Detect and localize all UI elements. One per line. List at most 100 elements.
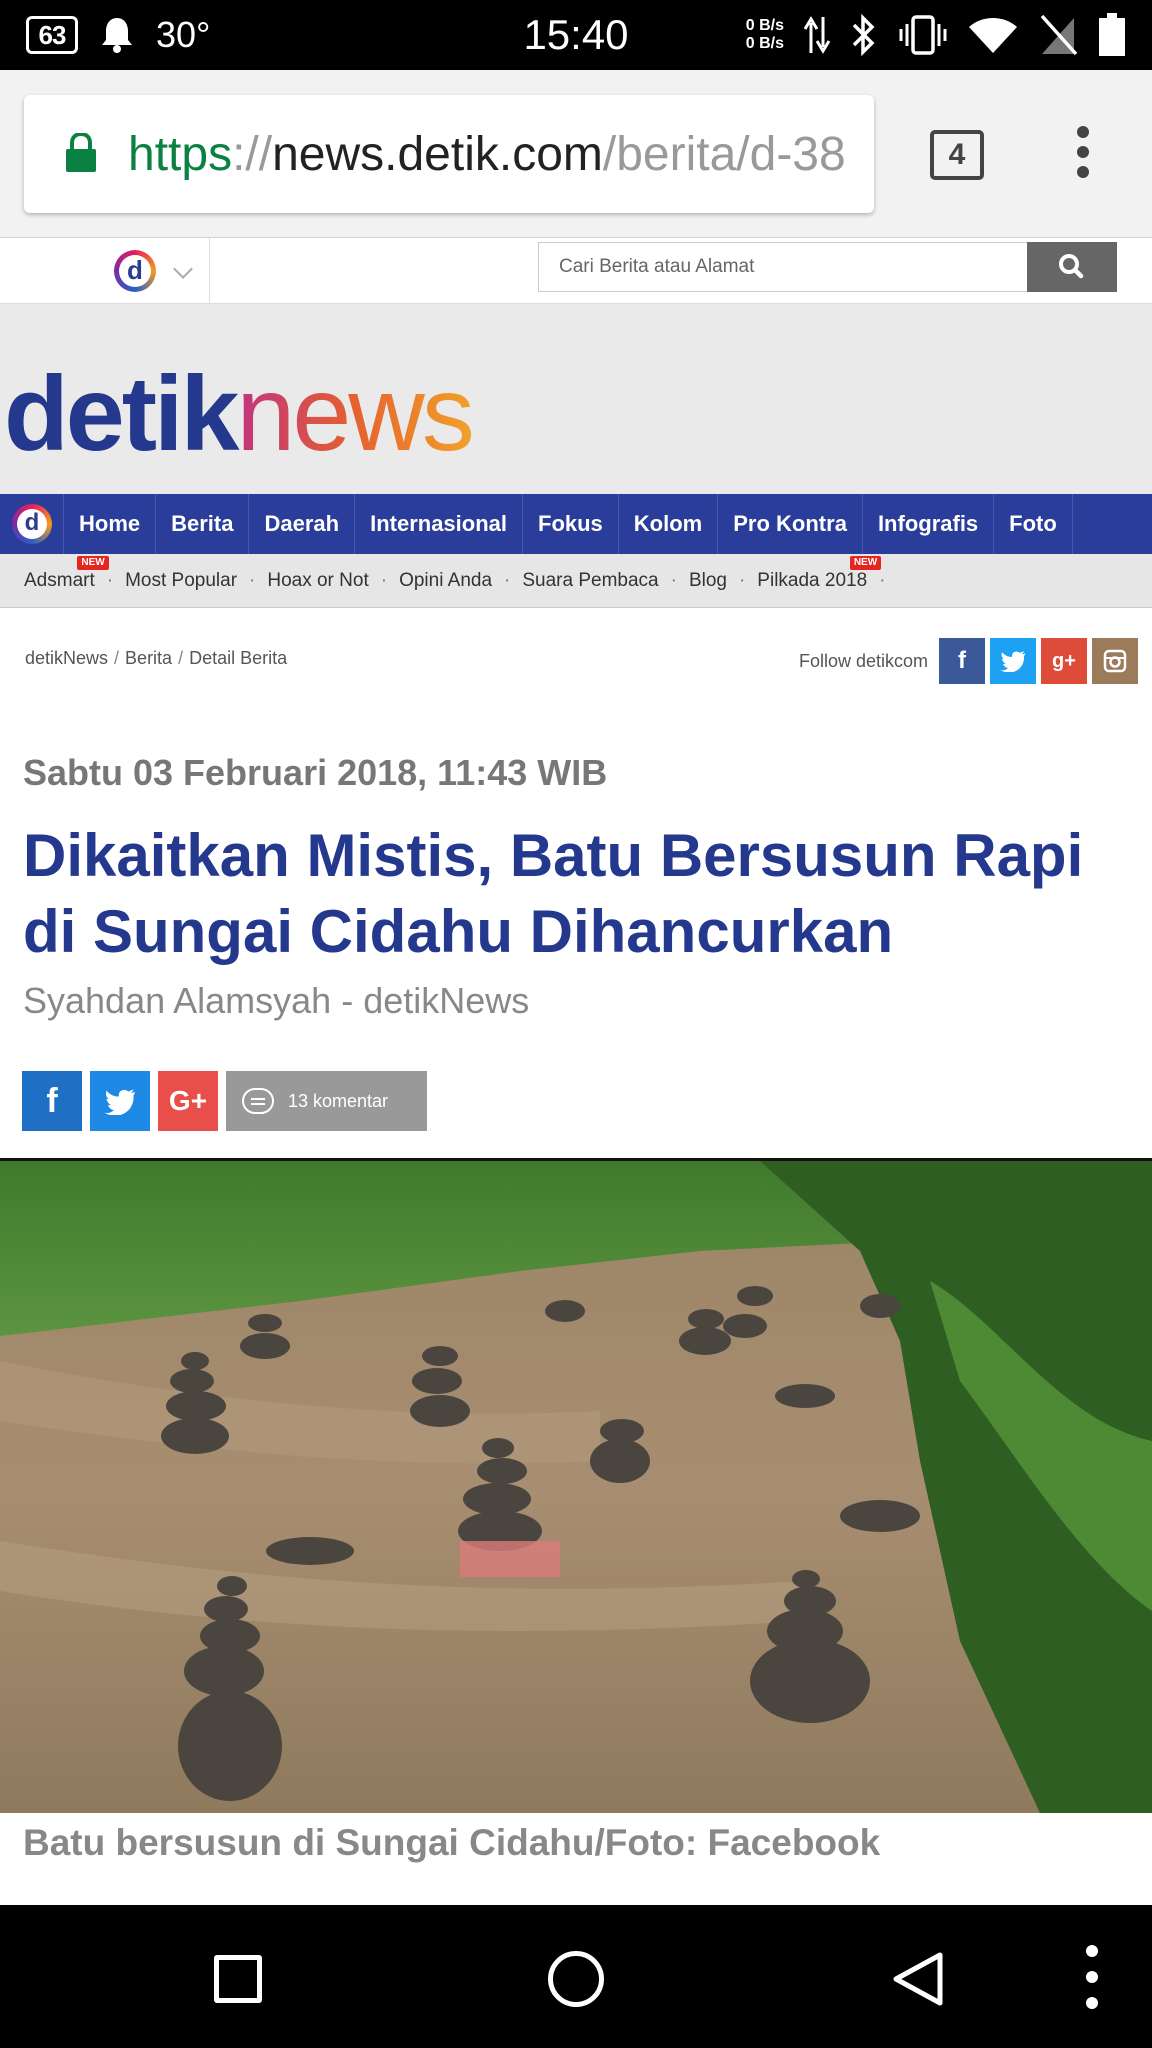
nav-item-pro-kontra[interactable]: Pro Kontra: [718, 494, 863, 554]
battery-saver-icon: 63: [26, 16, 78, 54]
site-top-bar: d Cari Berita atau Alamat: [0, 238, 1152, 304]
subnav-separator: ·: [879, 570, 886, 591]
detiknews-logo[interactable]: detiknews: [4, 354, 475, 474]
breadcrumb-separator: /: [114, 648, 120, 668]
url-separator: ://: [232, 128, 273, 181]
article-author: Syahdan Alamsyah - detikNews: [23, 980, 530, 1021]
screen: 63 30° 15:40 0 B/s 0 B/s https://news.de…: [0, 0, 1152, 2048]
subnav-item-blog[interactable]: Blog: [689, 570, 727, 592]
subnav-item-most-popular[interactable]: Most Popular: [125, 570, 237, 592]
article-date: Sabtu 03 Februari 2018, 11:43 WIB: [23, 752, 608, 793]
nav-item-internasional[interactable]: Internasional: [355, 494, 523, 554]
tab-switcher-button[interactable]: 4: [930, 130, 984, 180]
browser-toolbar: https://news.detik.com/berita/d-38 4: [0, 70, 1152, 238]
nav-item-infografis[interactable]: Infografis: [863, 494, 995, 554]
subnav-item-adsmart[interactable]: Adsmart NEW: [24, 556, 109, 592]
url-host: news.detik.com: [272, 128, 603, 181]
recents-square-icon[interactable]: [214, 1955, 262, 2003]
url-bar[interactable]: https://news.detik.com/berita/d-38: [24, 95, 874, 213]
nav-item-foto[interactable]: Foto: [994, 494, 1073, 554]
breadcrumb-separator: /: [178, 648, 184, 668]
subnav-label: Pilkada 2018: [757, 570, 868, 591]
river-stacked-stones-photo[interactable]: [0, 1161, 1152, 1813]
data-arrows-icon: [804, 16, 830, 54]
breadcrumb-item-detiknews[interactable]: detikNews: [25, 648, 108, 668]
comments-button[interactable]: 13 komentar: [226, 1071, 427, 1131]
subnav-item-opini-anda[interactable]: Opini Anda: [399, 570, 492, 592]
net-up-text: 0 B/s: [745, 17, 784, 34]
temperature-text: 30°: [156, 14, 211, 55]
overflow-menu-icon[interactable]: [1068, 126, 1098, 186]
nav-item-berita[interactable]: Berita: [156, 494, 250, 554]
new-badge: NEW: [849, 556, 882, 570]
instagram-icon[interactable]: [1092, 638, 1138, 684]
subnav-item-hoax-or-not[interactable]: Hoax or Not: [267, 570, 368, 592]
detik-logo-letter: d: [119, 255, 151, 287]
comment-icon: [242, 1088, 274, 1114]
no-sim-icon: [1040, 14, 1078, 56]
url-scheme: https: [128, 128, 233, 181]
brand-part-detik: detik: [4, 355, 239, 473]
subnav-separator: ·: [738, 570, 746, 591]
site-switcher[interactable]: d: [0, 238, 210, 304]
google-plus-icon[interactable]: g+: [1041, 638, 1087, 684]
status-bar: 63 30° 15:40 0 B/s 0 B/s: [0, 0, 1152, 70]
subnav-separator: ·: [249, 570, 256, 591]
url-text[interactable]: https://news.detik.com/berita/d-38: [128, 125, 868, 185]
search-button[interactable]: [1027, 242, 1117, 292]
share-twitter-button[interactable]: [90, 1071, 150, 1131]
new-badge: NEW: [77, 556, 109, 570]
subnav-separator: ·: [504, 570, 511, 591]
subnav-item-suara-pembaca[interactable]: Suara Pembaca: [522, 570, 658, 592]
share-facebook-button[interactable]: f: [22, 1071, 82, 1131]
battery-icon: [1099, 13, 1125, 56]
home-circle-icon[interactable]: [548, 1951, 604, 2007]
detik-logo-icon: d: [114, 250, 156, 292]
photo-caption: Batu bersusun di Sungai Cidahu/Foto: Fac…: [23, 1822, 881, 1863]
twitter-icon[interactable]: [990, 638, 1036, 684]
status-left: 63 30°: [26, 12, 210, 58]
vibrate-icon: [899, 15, 947, 55]
more-dots-icon[interactable]: [1086, 1945, 1100, 2015]
twitter-icon: [104, 1088, 135, 1115]
net-down-text: 0 B/s: [745, 35, 784, 52]
nav-item-kolom[interactable]: Kolom: [619, 494, 719, 554]
chevron-down-icon: [173, 259, 193, 279]
back-triangle-icon[interactable]: [890, 1951, 946, 2007]
facebook-icon[interactable]: f: [939, 638, 985, 684]
main-nav: d Home Berita Daerah Internasional Fokus…: [0, 494, 1152, 554]
nav-item-fokus[interactable]: Fokus: [523, 494, 619, 554]
follow-detikcom: Follow detikcom f g+: [799, 638, 1138, 684]
detik-logo-icon: d: [12, 504, 52, 544]
wifi-icon: [969, 18, 1017, 53]
breadcrumb-item-detail[interactable]: Detail Berita: [189, 648, 287, 668]
url-path: /berita/d-38: [602, 128, 846, 181]
android-nav-bar: [0, 1905, 1152, 2048]
nav-item-daerah[interactable]: Daerah: [249, 494, 356, 554]
notification-bell-icon: [102, 18, 132, 53]
follow-label: Follow detikcom: [798, 650, 928, 671]
network-speed: 0 B/s 0 B/s: [746, 17, 784, 53]
search-input[interactable]: Cari Berita atau Alamat: [538, 242, 1028, 292]
subnav-item-pilkada-2018[interactable]: Pilkada 2018 NEW: [757, 556, 882, 592]
nav-logo-letter: d: [17, 509, 47, 539]
subnav-separator: ·: [380, 570, 388, 591]
share-bar: f G+ 13 komentar: [22, 1071, 427, 1131]
search-icon: [1059, 254, 1084, 279]
breadcrumb: detikNews / Berita / Detail Berita: [25, 648, 287, 669]
sub-nav: Adsmart NEW · Most Popular · Hoax or Not …: [0, 554, 1152, 608]
subnav-separator: ·: [106, 570, 114, 591]
brand-part-news: news: [236, 355, 474, 473]
bluetooth-icon: [852, 14, 875, 56]
lock-icon: [66, 133, 96, 172]
comments-label: 13 komentar: [288, 1090, 389, 1111]
breadcrumb-item-berita[interactable]: Berita: [125, 648, 172, 668]
share-google-plus-button[interactable]: G+: [158, 1071, 218, 1131]
subnav-separator: ·: [670, 570, 677, 591]
article-headline: Dikaitkan Mistis, Batu Bersusun Rapi di …: [23, 822, 1084, 965]
status-right: 0 B/s 0 B/s: [746, 12, 1126, 58]
nav-logo[interactable]: d: [0, 494, 64, 554]
sub-nav-list: Adsmart NEW · Most Popular · Hoax or Not …: [24, 554, 898, 608]
masthead: detiknews: [0, 304, 1152, 494]
nav-item-home[interactable]: Home: [64, 494, 157, 554]
